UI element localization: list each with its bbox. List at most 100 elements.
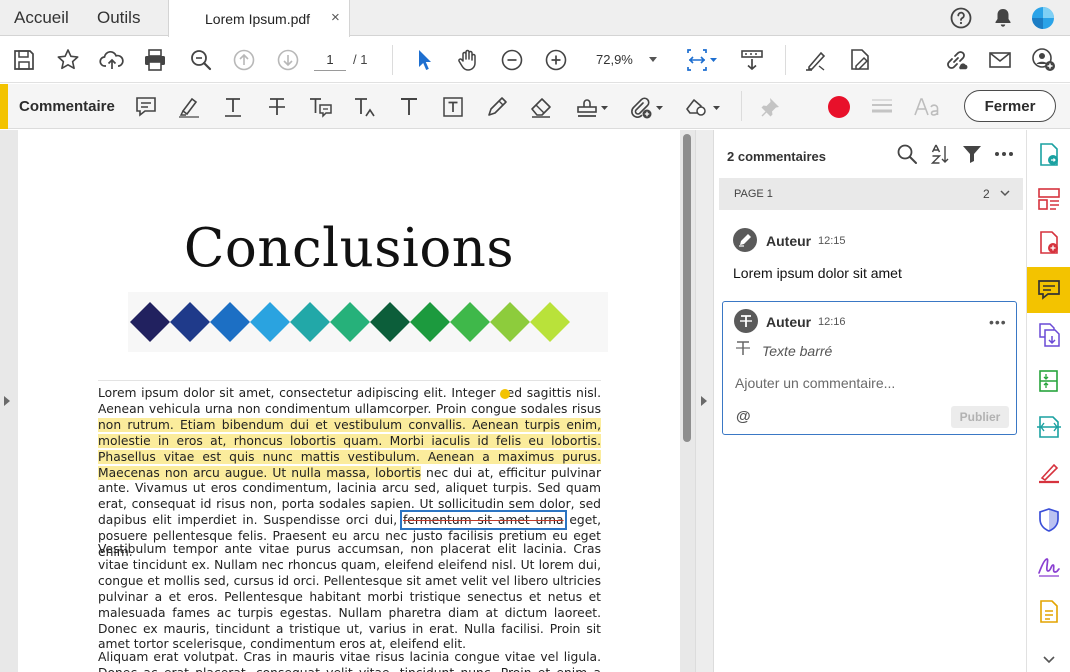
select-cursor-icon[interactable]: [411, 47, 437, 73]
diamond-2: [170, 302, 210, 342]
pdf-page: Conclusions Lorem ipsum dolor sit amet, …: [18, 130, 680, 672]
panel-divider: [695, 130, 714, 672]
zoom-level-dropdown[interactable]: 72,9%: [585, 48, 665, 72]
active-comment-card[interactable]: Auteur 12:16 ••• Texte barré @ Publier: [722, 301, 1017, 435]
reply-input[interactable]: [735, 372, 1005, 394]
comments-panel: 2 commentaires PAGE 1 2 Auteur 12:15 Lor…: [714, 130, 1026, 672]
attach-file-icon[interactable]: [627, 94, 663, 120]
protect-shield-icon[interactable]: [1036, 507, 1062, 533]
diamond-9: [450, 302, 490, 342]
next-page-icon[interactable]: [275, 47, 301, 73]
share-link-icon[interactable]: [943, 47, 969, 73]
paragraph-3: Aliquam erat volutpat. Cras in mauris vi…: [98, 650, 601, 672]
pencil-draw-icon[interactable]: [484, 94, 510, 120]
add-text-icon[interactable]: [396, 94, 422, 120]
comment-menu-icon[interactable]: •••: [989, 314, 1007, 330]
text-box-icon[interactable]: [440, 94, 466, 120]
edit-pdf-icon[interactable]: [847, 47, 873, 73]
insert-text-icon[interactable]: [352, 94, 378, 120]
publish-button[interactable]: Publier: [951, 406, 1009, 428]
more-options-icon[interactable]: [992, 142, 1016, 166]
fill-sign-icon[interactable]: [803, 47, 829, 73]
strikethrough-type-icon: [736, 341, 750, 355]
comment-marker-icon[interactable]: [500, 389, 510, 399]
zoom-search-icon[interactable]: [188, 47, 214, 73]
expand-left-panel-icon[interactable]: [4, 396, 10, 406]
diamond-6: [330, 302, 370, 342]
previous-page-icon[interactable]: [231, 47, 257, 73]
comment-tool-icon[interactable]: [1036, 277, 1062, 303]
email-icon[interactable]: [987, 47, 1013, 73]
sticky-note-icon[interactable]: [133, 94, 159, 120]
compress-pdf-icon[interactable]: [1036, 368, 1062, 394]
underline-text-icon[interactable]: [220, 94, 246, 120]
comment-avatar: [734, 309, 758, 333]
text-rule: [98, 380, 601, 381]
close-comment-button[interactable]: Fermer: [964, 90, 1056, 122]
print-icon[interactable]: [142, 47, 168, 73]
organize-pages-icon[interactable]: [1036, 186, 1062, 212]
zoom-in-icon[interactable]: [543, 47, 569, 73]
strikethrough-text-icon[interactable]: [264, 94, 290, 120]
redact-icon[interactable]: [1036, 460, 1062, 486]
scan-ocr-icon[interactable]: [1036, 414, 1062, 440]
add-user-icon[interactable]: [1031, 47, 1057, 73]
diamond-10: [490, 302, 530, 342]
tab-document[interactable]: Lorem Ipsum.pdf ×: [168, 0, 350, 37]
comments-page-group[interactable]: PAGE 1 2: [719, 178, 1023, 210]
comment-text[interactable]: Lorem ipsum dolor sit amet: [733, 265, 902, 281]
color-picker-icon[interactable]: [826, 94, 852, 120]
close-tab-icon[interactable]: ×: [331, 9, 340, 26]
account-avatar-icon[interactable]: [1031, 6, 1055, 30]
collapse-right-panel-icon[interactable]: [701, 396, 707, 406]
comment-toolbar-accent: [0, 84, 8, 129]
hand-pan-icon[interactable]: [455, 47, 481, 73]
cloud-upload-icon[interactable]: [99, 47, 125, 73]
diamond-11: [530, 302, 570, 342]
export-pdf-icon[interactable]: [1036, 142, 1062, 168]
diamond-3: [210, 302, 250, 342]
combine-files-icon[interactable]: [1036, 322, 1062, 348]
shapes-icon[interactable]: [684, 94, 720, 120]
sort-az-icon[interactable]: [928, 142, 952, 166]
notifications-bell-icon[interactable]: [991, 6, 1015, 30]
highlighter-icon[interactable]: [176, 94, 202, 120]
fill-form-icon[interactable]: [1036, 599, 1062, 625]
help-icon[interactable]: [949, 6, 973, 30]
line-thickness-icon[interactable]: [869, 94, 895, 120]
page-total: / 1: [353, 52, 368, 67]
diamond-7: [370, 302, 410, 342]
eraser-icon[interactable]: [528, 94, 554, 120]
comment-type-label: Texte barré: [762, 343, 833, 359]
tab-bar: Accueil Outils Lorem Ipsum.pdf ×: [0, 0, 1070, 37]
pin-icon[interactable]: [760, 94, 786, 120]
search-comments-icon[interactable]: [895, 142, 919, 166]
font-size-icon[interactable]: [913, 94, 943, 120]
scroll-mode-icon[interactable]: [739, 47, 765, 73]
rail-scroll-down-icon[interactable]: [1042, 652, 1056, 666]
strikethrough-annotation-icon: [740, 315, 752, 327]
sign-signature-icon[interactable]: [1036, 553, 1062, 579]
page-number-input[interactable]: [314, 49, 346, 71]
mention-button[interactable]: @: [736, 408, 751, 425]
tab-tools[interactable]: Outils: [97, 8, 140, 28]
stamp-icon[interactable]: [574, 94, 608, 120]
color-swatch: [828, 96, 850, 118]
zoom-out-icon[interactable]: [499, 47, 525, 73]
document-scrollbar[interactable]: [683, 134, 691, 442]
create-pdf-icon[interactable]: [1036, 230, 1062, 256]
filter-icon[interactable]: [960, 142, 984, 166]
fit-page-icon[interactable]: [683, 47, 717, 73]
replace-text-icon[interactable]: [307, 94, 333, 120]
strikethrough-selected-text[interactable]: fermentum sit amet urna: [399, 510, 567, 531]
diamond-1: [130, 302, 170, 342]
tab-home[interactable]: Accueil: [14, 8, 69, 28]
comment-author: Auteur: [766, 233, 812, 249]
paragraph-1: Lorem ipsum dolor sit amet, consectetur …: [98, 386, 601, 561]
paragraph-2: Vestibulum tempor ante vitae purus accum…: [98, 542, 601, 652]
comment-toolbar: Commentaire Fermer: [0, 84, 1070, 129]
paragraph-1-text-start: Lorem ipsum dolor sit amet, consectetur …: [98, 386, 601, 416]
star-bookmark-icon[interactable]: [55, 47, 81, 73]
save-icon[interactable]: [11, 47, 37, 73]
diamond-8: [410, 302, 450, 342]
